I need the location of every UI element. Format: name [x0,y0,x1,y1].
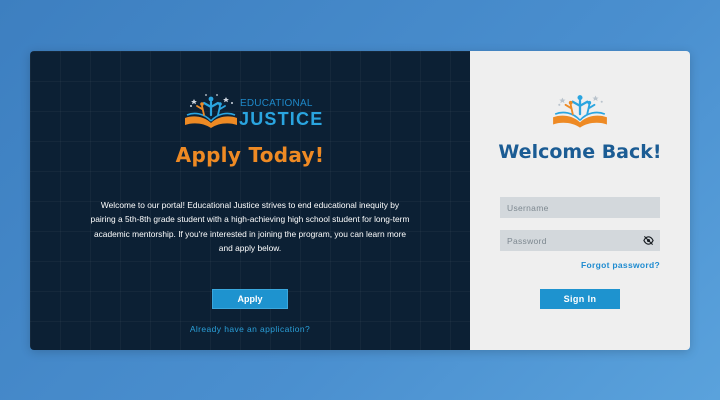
logo-wordmark-line2: JUSTICE [239,109,324,129]
username-placeholder: Username [507,202,549,213]
brand-mark-icon [553,95,607,128]
open-book-stars-icon [185,94,237,128]
brand-logo: EDUCATIONAL JUSTICE [182,91,322,131]
username-field[interactable]: Username [500,197,660,218]
sign-in-button[interactable]: Sign In [540,289,620,309]
portal-card: EDUCATIONAL JUSTICE Apply Today! Welcome… [30,51,690,350]
login-title: Welcome Back! [498,141,662,163]
logo-wordmark-line1: EDUCATIONAL [240,98,313,109]
password-field[interactable]: Password [500,230,660,251]
login-panel: Welcome Back! Username Password Forgot p… [470,51,690,350]
apply-title: Apply Today! [175,143,325,167]
forgot-password-link[interactable]: Forgot password? [581,260,660,270]
apply-panel: EDUCATIONAL JUSTICE Apply Today! Welcome… [30,51,470,350]
apply-button[interactable]: Apply [212,289,288,309]
password-placeholder: Password [507,235,547,246]
eye-off-icon[interactable] [643,235,654,246]
intro-text: Welcome to our portal! Educational Justi… [90,200,410,253]
existing-application-link[interactable]: Already have an application? [30,324,470,334]
